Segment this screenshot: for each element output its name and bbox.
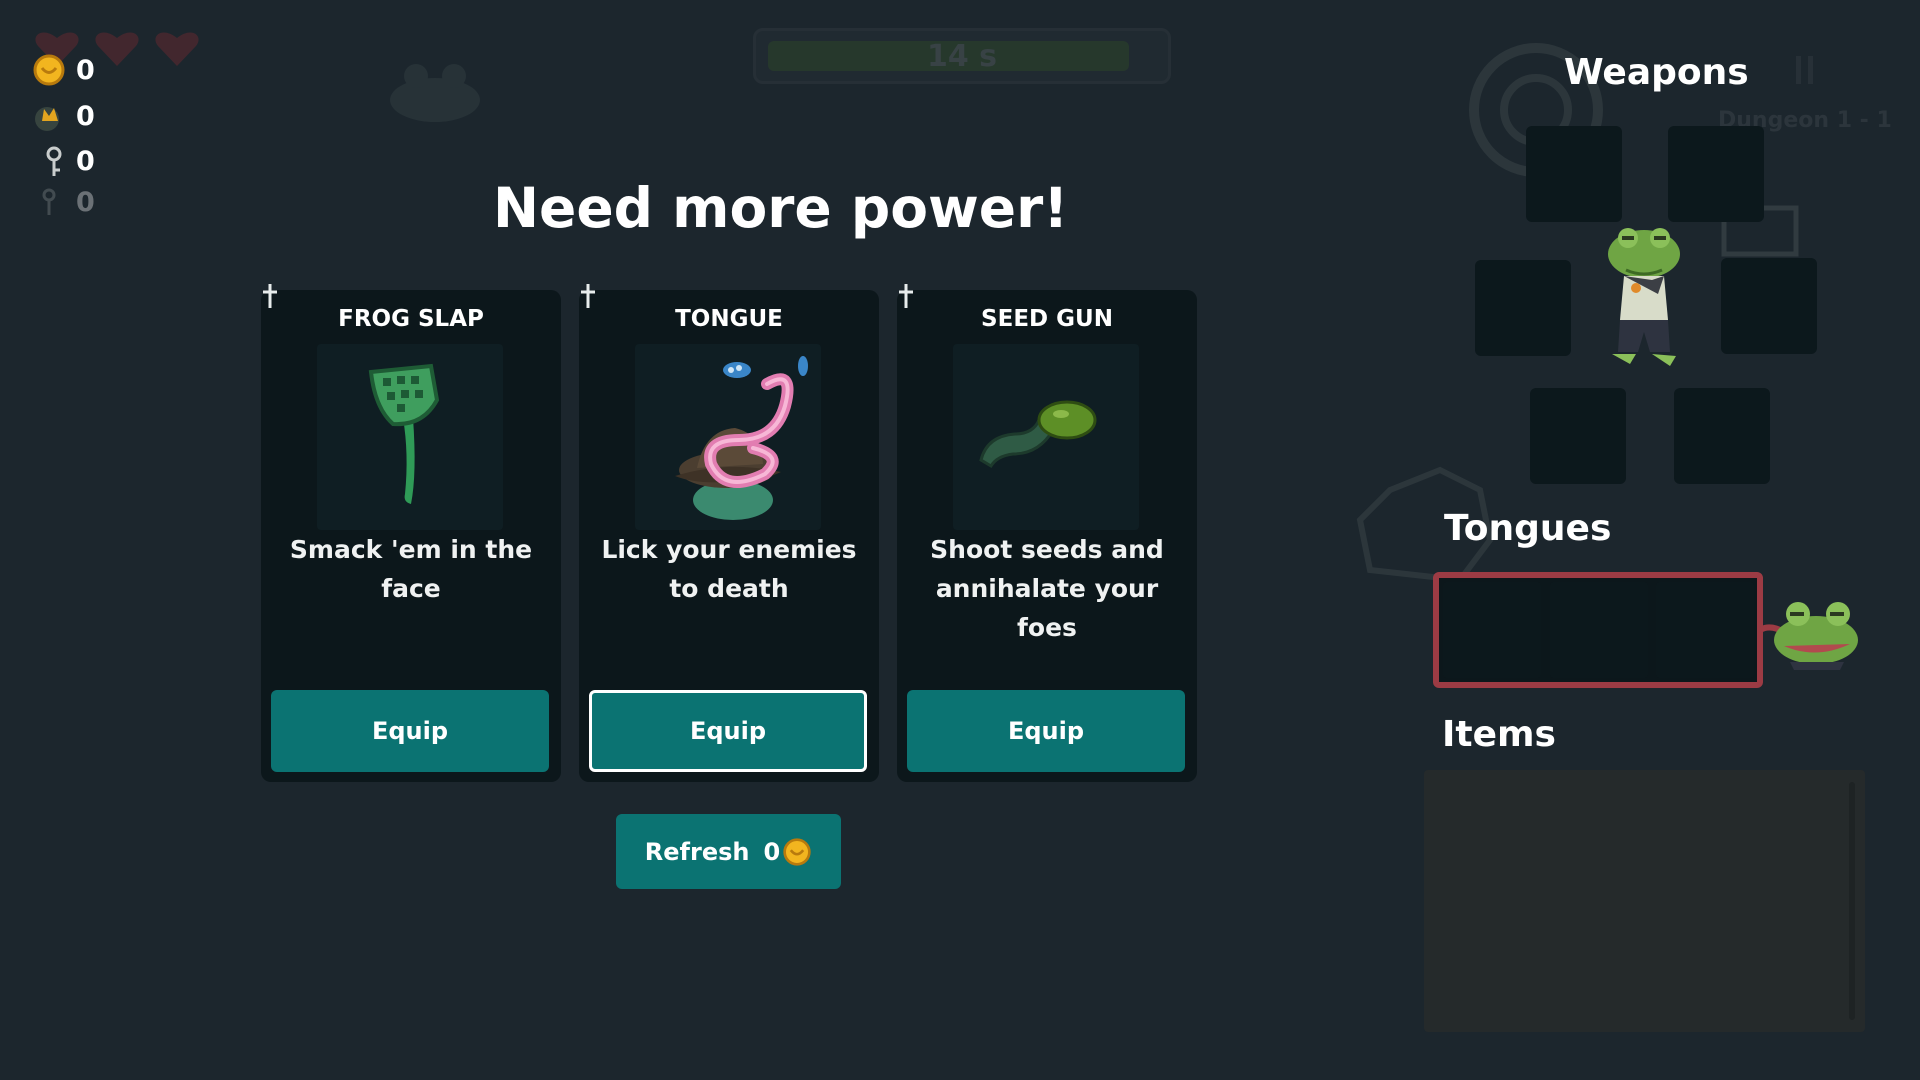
weapons-title: Weapons	[1564, 52, 1749, 93]
key-counter: 0	[32, 141, 95, 181]
weapon-slot[interactable]	[1668, 126, 1764, 222]
card-name: SEED GUN	[981, 306, 1113, 332]
refresh-label: Refresh	[644, 837, 750, 866]
equip-button[interactable]: Equip	[589, 690, 867, 772]
equip-button[interactable]: Equip	[271, 690, 549, 772]
crown-count: 0	[76, 100, 95, 132]
tongue-slot[interactable]	[1656, 582, 1754, 678]
weapon-card-tongue: TONGUE Lick your enemies to death Equip	[579, 284, 879, 782]
weapon-card-seed-gun: SEED GUN Shoot seeds and annihalate your…	[897, 284, 1197, 782]
heart-icon	[155, 32, 199, 66]
card-name: FROG SLAP	[338, 306, 484, 332]
coin-counter: 0	[32, 50, 95, 90]
card-name: TONGUE	[675, 306, 783, 332]
items-scrollbar[interactable]	[1849, 782, 1855, 1020]
frog-head-icon	[1760, 602, 1858, 670]
items-panel[interactable]	[1424, 770, 1865, 1032]
shop-title: Need more power!	[493, 176, 1069, 240]
weapon-slot[interactable]	[1721, 258, 1817, 354]
extra-counter: 0	[32, 182, 95, 222]
extra-count: 0	[76, 186, 95, 218]
crown-counter: 0	[32, 96, 95, 136]
weapon-slot[interactable]	[1674, 388, 1770, 484]
coin-count: 0	[76, 54, 95, 86]
tongue-slot[interactable]	[1443, 582, 1541, 678]
tongue-slots	[1433, 572, 1763, 688]
coin-icon	[783, 837, 811, 866]
key-count: 0	[76, 145, 95, 177]
timer-text: 14 s	[926, 39, 998, 74]
frog-character-icon	[1608, 228, 1680, 366]
crown-icon	[35, 107, 59, 131]
tongues-title: Tongues	[1444, 508, 1612, 549]
refresh-button[interactable]: Refresh 0	[616, 814, 841, 889]
heart-icon	[95, 32, 139, 66]
tongue-frog-icon	[635, 344, 821, 530]
seed-gun-icon	[953, 344, 1139, 530]
card-description: Shoot seeds and annihalate your foes	[930, 535, 1164, 642]
equip-button[interactable]: Equip	[907, 690, 1185, 772]
tongue-slot[interactable]	[1550, 582, 1648, 678]
timer-bar: 14 s	[753, 28, 1171, 84]
items-title: Items	[1442, 714, 1556, 755]
fly-swatter-icon	[317, 344, 503, 530]
frog-silhouette-icon	[390, 64, 480, 122]
pause-button[interactable]	[1796, 56, 1816, 84]
refresh-cost: 0	[763, 837, 781, 866]
key-icon	[46, 146, 62, 176]
small-key-icon	[42, 188, 56, 215]
weapon-slot[interactable]	[1475, 260, 1571, 356]
weapon-slot[interactable]	[1530, 388, 1626, 484]
weapon-slot[interactable]	[1526, 126, 1622, 222]
card-description: Lick your enemies to death	[601, 535, 857, 603]
card-description: Smack 'em in the face	[289, 535, 533, 603]
coin-icon	[33, 54, 65, 86]
weapon-card-frog-slap: FROG SLAP Smack 'em in the face Equip	[261, 284, 561, 782]
